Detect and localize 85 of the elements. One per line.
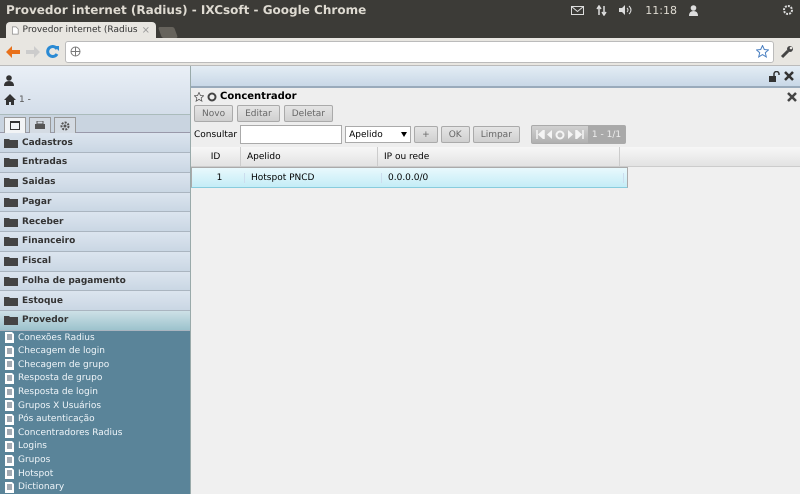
- table-cell: Hotspot PNCD: [245, 172, 382, 182]
- menu-item[interactable]: Entradas: [0, 153, 190, 173]
- company-label: 1 -: [19, 94, 31, 105]
- menu-item[interactable]: Financeiro: [0, 232, 190, 252]
- sidebar-tab[interactable]: [4, 117, 26, 134]
- submenu-item[interactable]: Conexões Radius: [0, 330, 190, 344]
- menu-item[interactable]: Fiscal: [0, 252, 190, 272]
- column-header[interactable]: IP ou rede: [378, 147, 620, 166]
- folder-icon: [4, 138, 18, 148]
- document-icon: [4, 440, 15, 452]
- panel-title: Concentrador: [220, 91, 297, 102]
- close-icon[interactable]: [784, 71, 794, 81]
- submenu-item[interactable]: Resposta de login: [0, 385, 190, 399]
- wrench-icon[interactable]: [780, 44, 794, 58]
- dropdown-arrow-icon: [401, 132, 408, 137]
- document-icon: [4, 454, 15, 466]
- table-row[interactable]: 1 Hotspot PNCD 0.0.0.0/0: [191, 167, 628, 188]
- submenu-item[interactable]: Checagem de grupo: [0, 358, 190, 372]
- document-icon: [4, 468, 15, 480]
- document-icon: [4, 427, 15, 438]
- user-icon[interactable]: [689, 4, 698, 16]
- submenu-item[interactable]: Hotspot: [0, 466, 190, 480]
- page-icon: [12, 24, 19, 36]
- window-title: Provedor internet (Radius) - IXCsoft - Google Chrome: [6, 3, 366, 17]
- submenu-item[interactable]: Pós autenticação: [0, 412, 190, 426]
- unlock-icon[interactable]: [769, 70, 780, 82]
- document-icon: [4, 332, 15, 344]
- clock-time[interactable]: 11:18: [645, 4, 677, 16]
- page-info: 1 - 1/1: [588, 126, 626, 143]
- close-icon[interactable]: [787, 92, 797, 102]
- mail-icon[interactable]: [571, 6, 584, 14]
- submenu-item[interactable]: Logins: [0, 440, 190, 454]
- folder-icon: [4, 276, 18, 286]
- submenu-item[interactable]: Dictionary: [0, 480, 190, 494]
- table-cell: 0.0.0.0/0: [382, 172, 624, 182]
- menu-item[interactable]: Saidas: [0, 172, 190, 193]
- document-icon: [4, 372, 15, 384]
- folder-icon: [4, 157, 18, 168]
- menu-item[interactable]: Pagar: [0, 192, 190, 212]
- folder-icon: [4, 216, 18, 227]
- column-header[interactable]: Apelido: [241, 147, 378, 166]
- folder-icon: [4, 315, 18, 326]
- home-icon: [4, 94, 16, 106]
- document-icon: [4, 482, 15, 493]
- document-icon: [4, 359, 15, 370]
- folder-icon: [4, 256, 18, 266]
- sidebar-tab[interactable]: [54, 117, 76, 134]
- menu-item[interactable]: Provedor: [0, 311, 190, 331]
- menu-item[interactable]: Receber: [0, 212, 190, 232]
- document-icon: [4, 346, 15, 357]
- tab-title: Provedor internet (Radius: [22, 25, 138, 35]
- printer-icon: [35, 121, 45, 130]
- ring-icon: [207, 92, 217, 102]
- window-icon: [10, 121, 20, 130]
- volume-icon[interactable]: [619, 5, 634, 15]
- submenu-item[interactable]: Grupos: [0, 453, 190, 467]
- menu-item[interactable]: Estoque: [0, 291, 190, 312]
- submenu-item[interactable]: Concentradores Radius: [0, 426, 190, 440]
- folder-icon: [4, 236, 18, 246]
- document-icon: [4, 386, 15, 398]
- gear-icon: [60, 120, 70, 131]
- reload-icon[interactable]: [46, 45, 59, 58]
- browser-tab[interactable]: Provedor internet (Radius ×: [6, 22, 156, 38]
- network-icon[interactable]: [596, 4, 608, 16]
- document-icon: [4, 414, 15, 425]
- column-header[interactable]: ID: [191, 147, 241, 166]
- submenu-item[interactable]: Grupos X Usuários: [0, 398, 190, 412]
- folder-icon: [4, 177, 18, 188]
- menu-item[interactable]: Folha de pagamento: [0, 272, 190, 292]
- folder-icon: [4, 196, 18, 207]
- menu-item[interactable]: Cadastros: [0, 133, 190, 154]
- table-cell: 1: [195, 172, 245, 182]
- folder-icon: [4, 296, 18, 306]
- user-icon: [4, 75, 14, 86]
- search-field[interactable]: [240, 125, 342, 144]
- star-icon[interactable]: [756, 45, 769, 58]
- submenu-item[interactable]: Checagem de login: [0, 344, 190, 358]
- globe-icon: [70, 46, 81, 57]
- close-icon[interactable]: ×: [142, 24, 150, 36]
- sidebar-tab[interactable]: [29, 117, 51, 134]
- document-icon: [4, 400, 15, 412]
- submenu-item[interactable]: Resposta de grupo: [0, 372, 190, 386]
- field-dropdown[interactable]: Apelido: [345, 126, 412, 143]
- star-icon[interactable]: [194, 92, 204, 102]
- search-label: Consultar: [194, 130, 238, 140]
